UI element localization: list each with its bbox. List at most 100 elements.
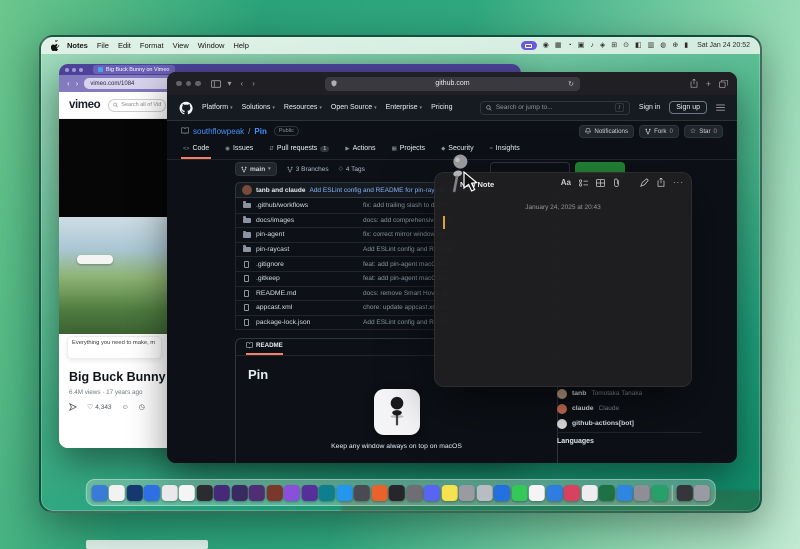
vimeo-traffic-lights[interactable] — [65, 68, 83, 72]
back-icon[interactable]: ‹ — [67, 79, 70, 88]
share-icon[interactable] — [69, 403, 77, 411]
format-button[interactable]: Aa — [561, 178, 571, 187]
contributor-row[interactable]: claude Claude — [557, 401, 702, 416]
apple-icon[interactable] — [51, 40, 60, 51]
nav-menu-item[interactable]: Resources ▾ — [284, 104, 322, 111]
checklist-button[interactable] — [579, 179, 588, 187]
dock-app-icon[interactable] — [354, 485, 370, 501]
branches-stat[interactable]: 3 Branches — [287, 166, 329, 173]
table-button[interactable] — [596, 179, 605, 187]
github-address-bar[interactable]: github.com ↻ — [325, 77, 580, 91]
dock-app-icon[interactable] — [319, 485, 335, 501]
repo-name-link[interactable]: Pin — [254, 127, 266, 136]
dock-app-icon[interactable] — [301, 485, 317, 501]
nav-menu-item[interactable]: Platform ▾ — [202, 104, 233, 111]
active-app-name[interactable]: Notes — [67, 41, 88, 50]
menubar-status-icon[interactable]: ⊕ — [672, 42, 678, 49]
vimeo-browser-tab[interactable]: Big Buck Bunny on Vimeo — [93, 65, 175, 74]
watch-later-icon[interactable]: ◷ — [139, 403, 145, 411]
fork-button[interactable]: Fork 0 — [639, 125, 679, 138]
screen-indicator-badge[interactable] — [521, 41, 537, 50]
menubar-status-icon[interactable]: ▣ — [578, 42, 585, 49]
forward-icon[interactable]: › — [76, 79, 79, 88]
menu-item[interactable]: Help — [233, 41, 248, 50]
share-icon[interactable] — [690, 79, 698, 88]
dock-app-icon[interactable] — [634, 485, 650, 501]
dock-app-icon[interactable] — [441, 485, 457, 501]
menubar-status-icon[interactable]: ▥ — [648, 42, 655, 49]
file-name-link[interactable]: pin-raycast — [256, 246, 358, 253]
notifications-button[interactable]: Notifications — [579, 125, 634, 138]
reaction-icon[interactable]: ☺ — [122, 404, 129, 411]
dock-tray-icon[interactable] — [694, 485, 710, 501]
chevron-down-icon[interactable]: ▾ — [228, 79, 232, 88]
contributor-row[interactable]: github-actions[bot] — [557, 416, 702, 431]
dock-app-icon[interactable] — [581, 485, 597, 501]
menubar-status-icon[interactable]: ♪ — [590, 42, 594, 49]
dock-app-icon[interactable] — [109, 485, 125, 501]
menu-item[interactable]: Format — [140, 41, 164, 50]
contributor-login[interactable]: github-actions[bot] — [572, 420, 634, 427]
hamburger-menu-icon[interactable] — [716, 104, 725, 111]
dock-app-icon[interactable] — [389, 485, 405, 501]
dock-app-icon[interactable] — [214, 485, 230, 501]
nav-menu-item[interactable]: Pricing — [431, 104, 454, 111]
new-tab-icon[interactable]: + — [706, 79, 711, 89]
menubar-status-icon[interactable]: ⊙ — [623, 42, 629, 49]
dock-app-icon[interactable] — [179, 485, 195, 501]
menu-item[interactable]: View — [173, 41, 189, 50]
menu-item[interactable]: File — [97, 41, 109, 50]
menu-item[interactable]: Window — [198, 41, 225, 50]
dock-app-icon[interactable] — [284, 485, 300, 501]
dock-app-icon[interactable] — [161, 485, 177, 501]
repo-tab[interactable]: ▦ Projects — [390, 145, 428, 159]
branch-selector-button[interactable]: main ▾ — [235, 162, 277, 176]
repo-tab[interactable]: ◉ Issues — [223, 145, 255, 159]
dock-app-icon[interactable] — [231, 485, 247, 501]
reload-icon[interactable]: ↻ — [568, 80, 574, 88]
file-name-link[interactable]: package-lock.json — [256, 319, 358, 326]
dock-app-icon[interactable] — [476, 485, 492, 501]
menubar-status-icon[interactable]: ◉ — [543, 42, 549, 49]
contributor-login[interactable]: tanb — [572, 390, 586, 397]
back-icon[interactable]: ‹ — [241, 79, 244, 88]
vimeo-search-input[interactable]: Search all of Vid — [108, 99, 166, 112]
dock-app-icon[interactable] — [371, 485, 387, 501]
dock-app-icon[interactable] — [564, 485, 580, 501]
more-button[interactable]: ··· — [673, 178, 684, 187]
menu-bar-clock[interactable]: Sat Jan 24 20:52 — [697, 42, 750, 49]
file-name-link[interactable]: appcast.xml — [256, 304, 358, 311]
repo-tab[interactable]: ≈ Insights — [488, 145, 522, 159]
star-button[interactable]: ☆ Star 0 — [684, 125, 723, 138]
dock-app-icon[interactable] — [546, 485, 562, 501]
menu-item[interactable]: Edit — [118, 41, 131, 50]
dock-app-icon[interactable] — [459, 485, 475, 501]
sign-in-link[interactable]: Sign in — [639, 104, 660, 111]
tags-stat[interactable]: ◇ 4 Tags — [339, 166, 365, 173]
attach-button[interactable] — [613, 178, 620, 187]
menubar-status-icon[interactable]: ⊞ — [611, 42, 617, 49]
dock-app-icon[interactable] — [406, 485, 422, 501]
contributor-login[interactable]: claude — [572, 405, 594, 412]
nav-menu-item[interactable]: Enterprise ▾ — [386, 104, 422, 111]
sign-up-button[interactable]: Sign up — [669, 101, 707, 114]
tab-overview-icon[interactable] — [719, 80, 728, 88]
github-traffic-lights[interactable] — [176, 81, 201, 87]
commit-authors[interactable]: tanb and claude — [256, 187, 305, 194]
promo-card[interactable]: Everything you need to make, m — [67, 336, 162, 359]
dock-app-icon[interactable] — [91, 485, 107, 501]
vimeo-logo[interactable]: vimeo — [69, 99, 100, 111]
dock-app-icon[interactable] — [126, 485, 142, 501]
menubar-status-icon[interactable]: ▦ — [555, 42, 562, 49]
menubar-status-icon[interactable]: ◔ — [567, 42, 571, 49]
nav-menu-item[interactable]: Solutions ▾ — [242, 104, 275, 111]
dock-app-icon[interactable] — [249, 485, 265, 501]
repo-tab[interactable]: ⇵ Pull requests 1 — [267, 145, 331, 159]
file-name-link[interactable]: docs/images — [256, 217, 358, 224]
menubar-status-icon[interactable]: ◍ — [660, 42, 666, 49]
menubar-status-icon[interactable]: ▮ — [684, 42, 688, 49]
dock-app-icon[interactable] — [529, 485, 545, 501]
repo-tab[interactable]: <> Code — [181, 145, 211, 159]
readme-tab[interactable]: README — [246, 342, 283, 355]
dock-app-icon[interactable] — [651, 485, 667, 501]
